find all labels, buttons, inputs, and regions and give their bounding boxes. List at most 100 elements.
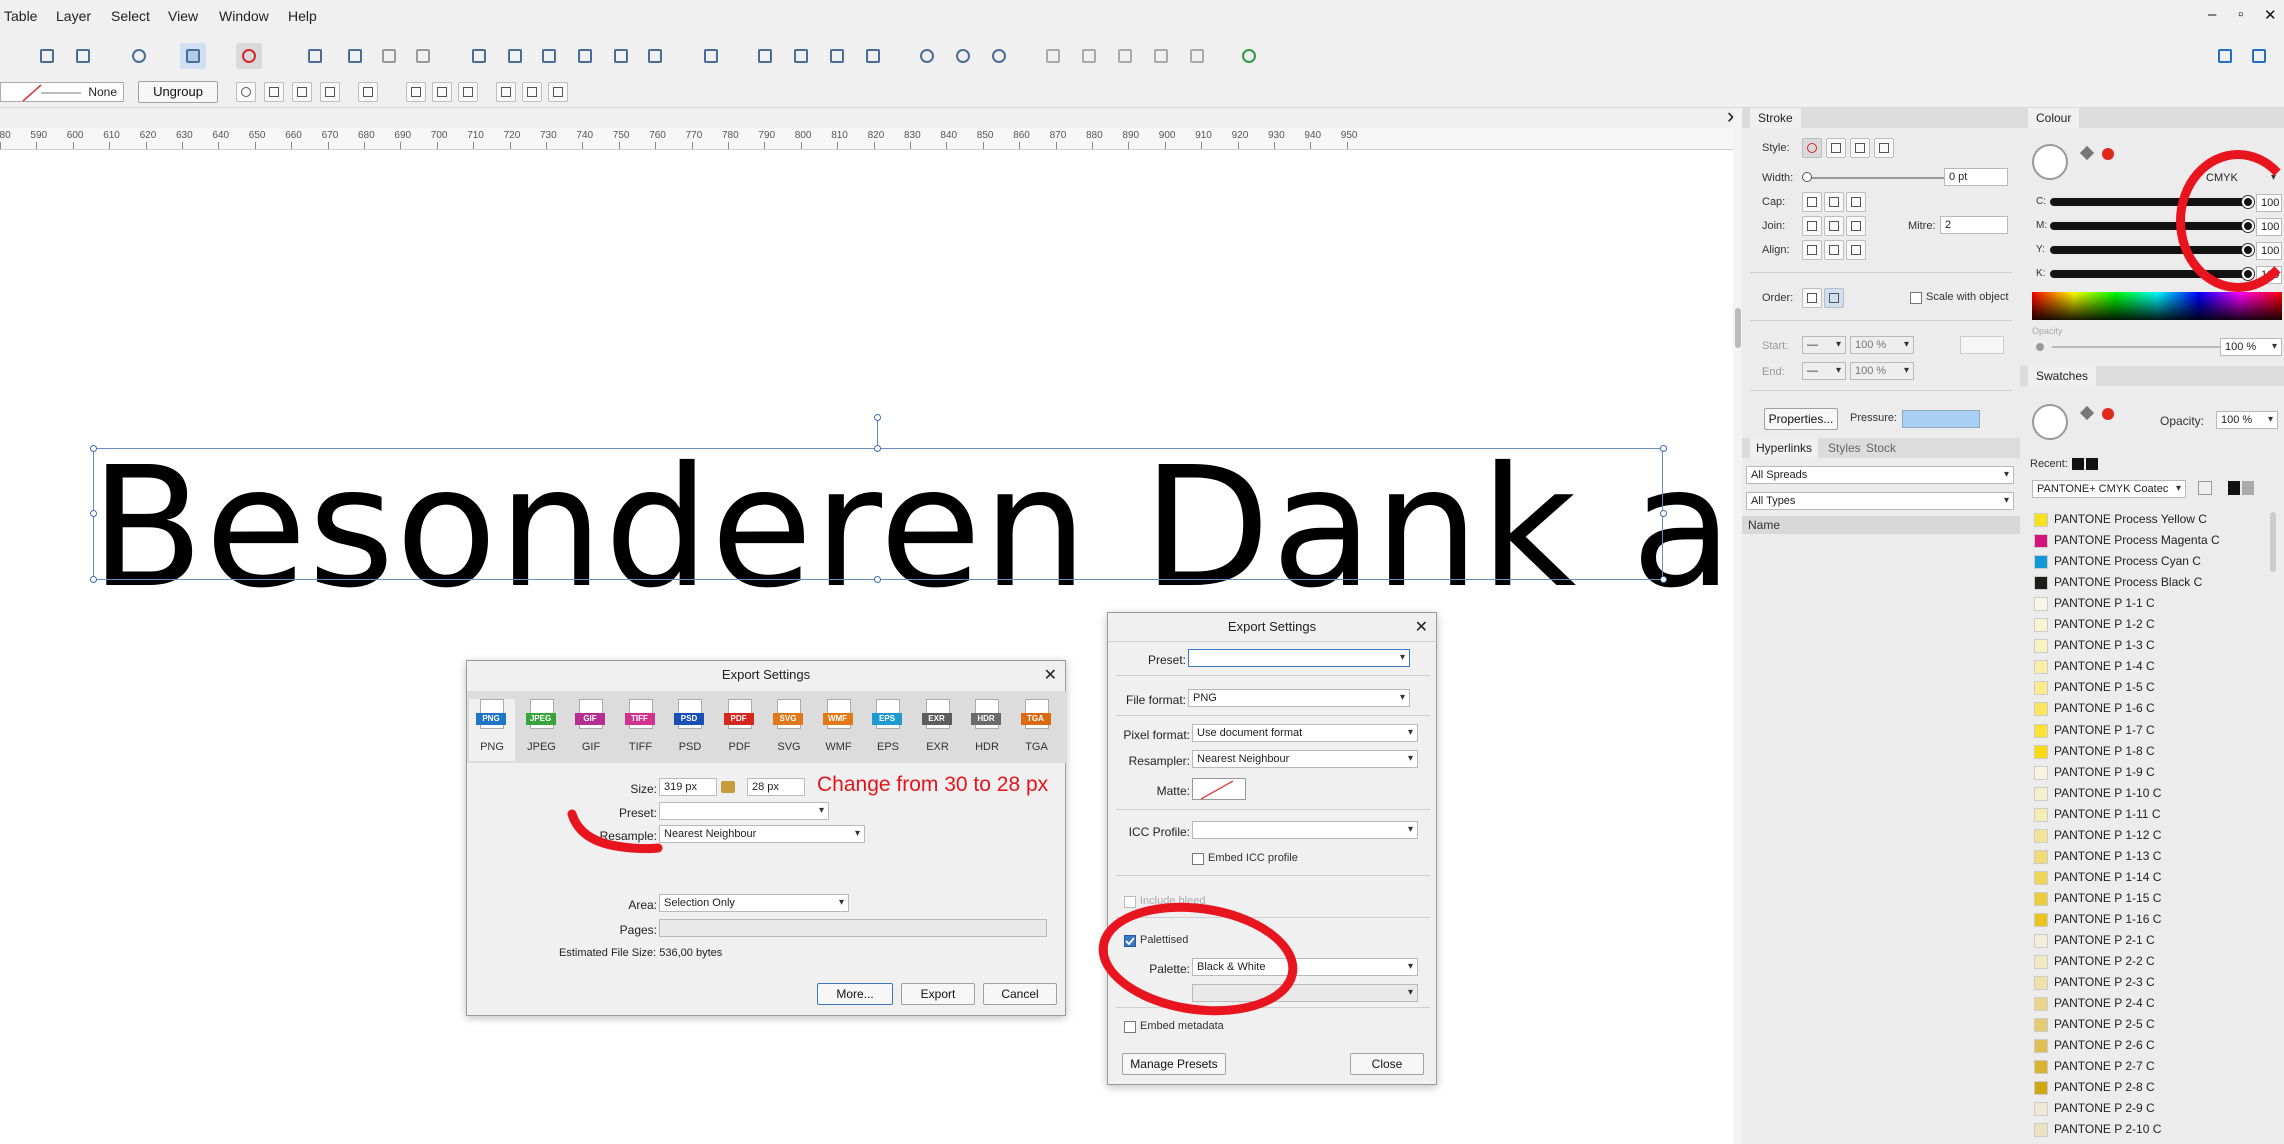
rotate-handle[interactable] — [874, 414, 881, 421]
cap-square-icon[interactable] — [1846, 192, 1866, 212]
swatch-list-item[interactable]: PANTONE P 1-6 C — [2054, 701, 2155, 715]
format-jpeg-button[interactable]: JPEG JPEG — [519, 699, 565, 761]
tab-stock[interactable]: Stock — [1866, 438, 1896, 458]
file-format-select[interactable]: PNG — [1188, 689, 1410, 707]
recent-swatch-2[interactable] — [2086, 458, 2098, 470]
format-tiff-button[interactable]: TIFF TIFF — [618, 699, 664, 761]
swatch-color-chip[interactable] — [2034, 891, 2048, 906]
swatch-color-chip[interactable] — [2034, 765, 2048, 780]
swatch-color-chip[interactable] — [2034, 1123, 2048, 1138]
order-front-icon[interactable] — [1824, 288, 1844, 308]
pixel-format-select[interactable]: Use document format — [1192, 724, 1418, 742]
swatch-list-item[interactable]: PANTONE P 2-4 C — [2054, 996, 2155, 1010]
mitre-field[interactable]: 2 — [1940, 216, 2008, 234]
swatch-color-chip[interactable] — [2034, 849, 2048, 864]
start-arrow-select[interactable]: — — [1802, 336, 1846, 354]
align-middle-icon[interactable] — [608, 43, 634, 69]
swatch-current-color[interactable] — [2102, 408, 2114, 420]
format-hdr-button[interactable]: HDR HDR — [964, 699, 1010, 761]
icc-select[interactable] — [1192, 821, 1418, 839]
menu-table[interactable]: Table — [4, 8, 37, 24]
ctx-align-left-icon[interactable] — [406, 82, 426, 102]
handle-mr[interactable] — [1660, 510, 1667, 517]
handle-bl[interactable] — [90, 576, 97, 583]
canvas-scrollbar[interactable] — [1733, 108, 1742, 1144]
pages-field[interactable] — [659, 919, 1047, 937]
swatch-color-chip[interactable] — [2034, 744, 2048, 759]
bring-forward-icon[interactable] — [342, 43, 368, 69]
minimize-icon[interactable]: – — [2208, 6, 2216, 23]
transform-origin-icon[interactable] — [236, 82, 256, 102]
handle-bc[interactable] — [874, 576, 881, 583]
height-px-field[interactable]: 28 px — [747, 778, 805, 796]
swatch-list-item[interactable]: PANTONE P 1-2 C — [2054, 617, 2155, 631]
menu-layer[interactable]: Layer — [56, 8, 91, 24]
swatch-color-chip[interactable] — [2034, 912, 2048, 927]
swatch-list-item[interactable]: PANTONE Process Magenta C — [2054, 533, 2220, 547]
matte-swatch[interactable] — [1192, 778, 1246, 800]
geometry-subtract-icon[interactable] — [1076, 43, 1102, 69]
geometry-xor-icon[interactable] — [1148, 43, 1174, 69]
pin-icon[interactable] — [34, 43, 60, 69]
swatch-color-chip[interactable] — [2034, 639, 2048, 654]
format-pdf-button[interactable]: PDF PDF — [717, 699, 763, 761]
width-px-field[interactable]: 319 px — [659, 778, 717, 796]
swatch-color-chip[interactable] — [2034, 576, 2048, 591]
fill-color-icon[interactable] — [180, 43, 206, 69]
menu-help[interactable]: Help — [288, 8, 317, 24]
swatch-color-chip[interactable] — [2034, 702, 2048, 717]
resize-icon[interactable] — [320, 82, 340, 102]
swatch-color-chip[interactable] — [2034, 1039, 2048, 1054]
colour-spectrum[interactable] — [2032, 292, 2282, 320]
persona-icon[interactable] — [2246, 43, 2272, 69]
area-select[interactable]: Selection Only — [659, 894, 849, 912]
align-top-icon[interactable] — [572, 43, 598, 69]
swatch-color-chip[interactable] — [2034, 786, 2048, 801]
swatch-color-chip[interactable] — [2034, 997, 2048, 1012]
swatch-list-item[interactable]: PANTONE P 1-7 C — [2054, 723, 2155, 737]
swatch-color-chip[interactable] — [2034, 828, 2048, 843]
swatch-eyedropper-icon[interactable] — [2079, 405, 2095, 421]
ctx-align-top-icon[interactable] — [496, 82, 516, 102]
eyedropper-icon[interactable] — [2079, 145, 2095, 161]
swatch-list-item[interactable]: PANTONE P 1-1 C — [2054, 596, 2155, 610]
format-svg-button[interactable]: SVG SVG — [766, 699, 812, 761]
swatch-color-chip[interactable] — [2034, 597, 2048, 612]
cancel-button[interactable]: Cancel — [983, 983, 1057, 1005]
flip-horizontal-icon[interactable] — [752, 43, 778, 69]
ctx-align-right-icon[interactable] — [458, 82, 478, 102]
swap-arrows-icon[interactable] — [1960, 336, 2004, 354]
geometry-divide-icon[interactable] — [1184, 43, 1210, 69]
ctx-align-middle-icon[interactable] — [522, 82, 542, 102]
swatch-list-item[interactable]: PANTONE P 2-8 C — [2054, 1080, 2155, 1094]
swatch-color-chip[interactable] — [2034, 870, 2048, 885]
handle-tr[interactable] — [1660, 445, 1667, 452]
bring-to-front-icon[interactable] — [302, 43, 328, 69]
swatch-color-chip[interactable] — [2034, 934, 2048, 948]
swatch-fill-stroke-icon[interactable] — [2032, 404, 2068, 440]
swatch-color-chip[interactable] — [2034, 723, 2048, 738]
swatch-list-item[interactable]: PANTONE P 2-7 C — [2054, 1059, 2155, 1073]
handle-br[interactable] — [1660, 576, 1667, 583]
swatch-color-chip[interactable] — [2034, 618, 2048, 633]
ungroup-button[interactable]: Ungroup — [138, 81, 218, 103]
export-dialog-close-icon[interactable]: ✕ — [1044, 665, 1057, 685]
menu-select[interactable]: Select — [111, 8, 150, 24]
swatch-color-chip[interactable] — [2034, 1018, 2048, 1033]
format-tga-button[interactable]: TGA TGA — [1014, 699, 1060, 761]
stroke-preview[interactable]: None — [0, 82, 124, 102]
rotate-right-icon[interactable] — [860, 43, 886, 69]
user-icon[interactable] — [1236, 43, 1262, 69]
boolean-subtract-icon[interactable] — [950, 43, 976, 69]
swatch-list-item[interactable]: PANTONE P 2-10 C — [2054, 1122, 2161, 1136]
show-handles-icon[interactable] — [264, 82, 284, 102]
palette-menu-icon[interactable] — [2198, 481, 2212, 495]
swatch-list-item[interactable]: PANTONE P 1-12 C — [2054, 828, 2161, 842]
format-eps-button[interactable]: EPS EPS — [865, 699, 911, 761]
view-mode-icon[interactable] — [126, 43, 152, 69]
send-backward-icon[interactable] — [376, 43, 402, 69]
recent-swatch-1[interactable] — [2072, 458, 2084, 470]
start-pct-field[interactable]: 100 % — [1850, 336, 1914, 354]
swatch-list-item[interactable]: PANTONE P 1-9 C — [2054, 765, 2155, 779]
pressure-curve[interactable] — [1902, 410, 1980, 428]
